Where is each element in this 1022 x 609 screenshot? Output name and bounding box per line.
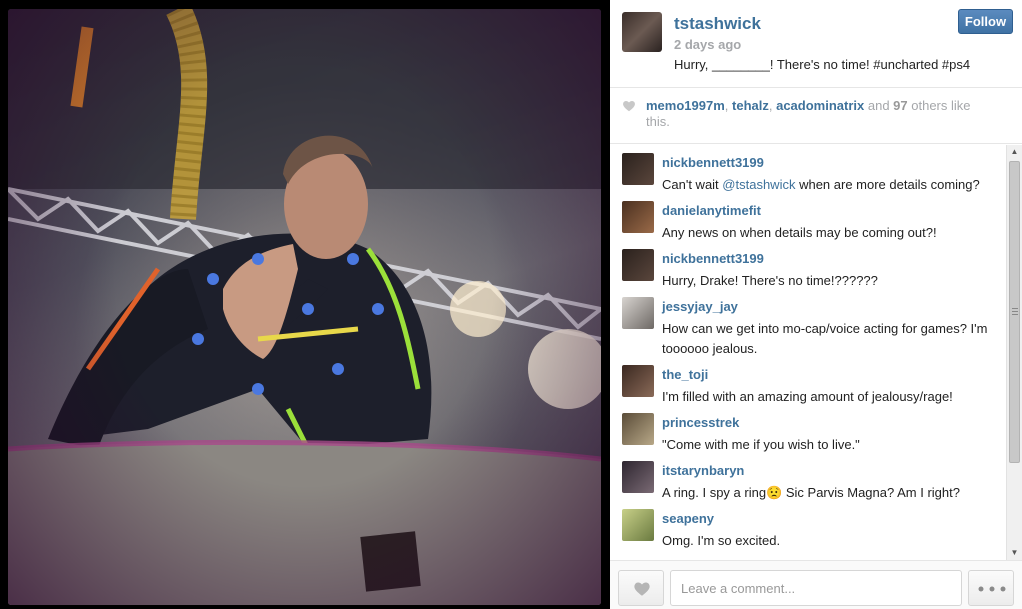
liker-username[interactable]: tehalz [732, 98, 769, 113]
post-side-panel: tstashwick 2 days ago Hurry, ________! T… [610, 0, 1022, 609]
likes-summary: memo1997m, tehalz, acadominatrix and 97 … [646, 98, 996, 130]
comment-text: Can't wait @tstashwick when are more det… [662, 177, 980, 192]
likes-and-text: and [864, 98, 894, 113]
commenter-avatar[interactable] [622, 153, 654, 185]
comment-username[interactable]: jessyjay_jay [662, 299, 738, 314]
commenter-avatar[interactable] [622, 297, 654, 329]
post-header: tstashwick 2 days ago Hurry, ________! T… [610, 0, 1022, 88]
comment-username[interactable]: nickbennett3199 [662, 155, 764, 170]
heart-icon [623, 100, 635, 112]
like-button[interactable] [618, 570, 664, 606]
comments-scrollbar[interactable]: ▲ ▼ [1006, 145, 1022, 560]
likes-separator: , [724, 98, 733, 113]
photo-panel [0, 0, 610, 609]
ellipsis-icon [978, 586, 1006, 592]
scrollbar-thumb[interactable] [1009, 161, 1020, 463]
comment-text: How can we get into mo-cap/voice acting … [662, 321, 988, 356]
comment-text: Any news on when details may be coming o… [662, 225, 937, 240]
comments-list: nickbennett3199 Can't wait @tstashwick w… [610, 145, 1006, 560]
commenter-avatar[interactable] [622, 461, 654, 493]
post-photo[interactable] [8, 9, 601, 605]
comment-username[interactable]: itstarynbaryn [662, 463, 744, 478]
comment-text: "Come with me if you wish to live." [662, 437, 860, 452]
comment-username[interactable]: princesstrek [662, 415, 739, 430]
likes-section: memo1997m, tehalz, acadominatrix and 97 … [610, 88, 1022, 144]
commenter-avatar[interactable] [622, 509, 654, 541]
more-options-button[interactable] [968, 570, 1014, 606]
post-timestamp: 2 days ago [674, 37, 742, 52]
comment-username[interactable]: nickbennett3199 [662, 251, 764, 266]
comment-text: Omg. I'm so excited. [662, 533, 781, 548]
comment-mention[interactable]: @tstashwick [722, 177, 795, 192]
comment-username[interactable]: the_toji [662, 367, 708, 382]
liker-username[interactable]: memo1997m [646, 98, 725, 113]
post-caption: Hurry, ________! There's no time! #uncha… [674, 57, 971, 72]
photo-vignette [8, 9, 601, 605]
commenter-avatar[interactable] [622, 249, 654, 281]
commenter-avatar[interactable] [622, 365, 654, 397]
heart-icon [634, 582, 650, 596]
scroll-up-arrow-icon[interactable]: ▲ [1007, 145, 1022, 159]
author-avatar[interactable] [622, 12, 662, 52]
follow-button[interactable]: Follow [958, 9, 1013, 34]
comment-text: I'm filled with an amazing amount of jea… [662, 389, 953, 404]
commenter-avatar[interactable] [622, 413, 654, 445]
likes-count[interactable]: 97 [893, 98, 907, 113]
comment-username[interactable]: danielanytimefit [662, 203, 761, 218]
commenter-avatar[interactable] [622, 201, 654, 233]
likes-separator: , [768, 98, 777, 113]
comment-input[interactable] [670, 570, 962, 606]
comment-footer [610, 560, 1022, 609]
author-username[interactable]: tstashwick [674, 14, 761, 34]
scroll-grip-icon [1012, 308, 1018, 315]
comment-username[interactable]: seapeny [662, 511, 714, 526]
liker-username[interactable]: acadominatrix [776, 98, 864, 113]
comment-text: A ring. I spy a ring😟 Sic Parvis Magna? … [662, 485, 960, 500]
scroll-down-arrow-icon[interactable]: ▼ [1007, 546, 1022, 560]
comment-text: Hurry, Drake! There's no time!?????? [662, 273, 878, 288]
